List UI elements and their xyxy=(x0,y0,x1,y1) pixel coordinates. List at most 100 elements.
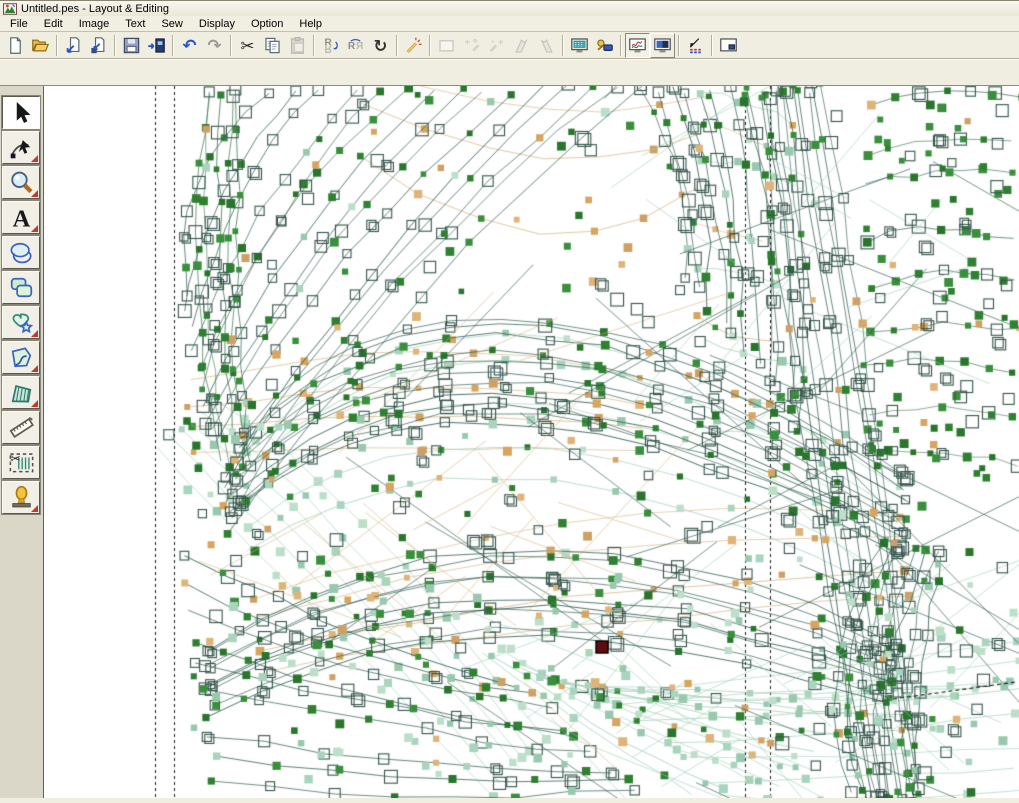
measure-icon xyxy=(8,414,35,441)
sewing-order-icon xyxy=(686,36,705,55)
rotate-button[interactable]: ↻ xyxy=(368,33,393,58)
rotate-icon: ↻ xyxy=(371,36,390,55)
new-document-button[interactable] xyxy=(3,33,28,58)
flip-vertical-icon: RR xyxy=(321,36,340,55)
flag-forward-button[interactable] xyxy=(509,33,534,58)
design-property-button[interactable] xyxy=(592,33,617,58)
svg-text:R: R xyxy=(348,41,356,52)
svg-text:R: R xyxy=(355,41,363,52)
toolbar-separator xyxy=(620,35,622,56)
main-content: A✂ xyxy=(0,86,1019,798)
menu-display[interactable]: Display xyxy=(191,17,243,31)
svg-text:↶: ↶ xyxy=(183,36,197,55)
stitch-simulator-button[interactable] xyxy=(567,33,592,58)
reference-window-button[interactable] xyxy=(716,33,741,58)
flyout-indicator xyxy=(31,365,38,372)
tool-stamp-button[interactable] xyxy=(2,481,40,514)
outline-rectangle-button[interactable] xyxy=(434,33,459,58)
redo-button[interactable]: ↷ xyxy=(202,33,227,58)
toolbar-separator xyxy=(678,35,680,56)
flag-forward-icon xyxy=(512,36,531,55)
svg-text:↻: ↻ xyxy=(374,36,388,55)
menu-image[interactable]: Image xyxy=(71,17,118,31)
tool-shapes-button[interactable] xyxy=(2,306,40,339)
realistic-view-button[interactable] xyxy=(650,33,675,58)
flyout-indicator xyxy=(31,330,38,337)
cut-button[interactable]: ✂ xyxy=(235,33,260,58)
tool-zoom-button[interactable] xyxy=(2,166,40,199)
paste-button[interactable] xyxy=(285,33,310,58)
save-icon xyxy=(122,36,141,55)
cut-icon: ✂ xyxy=(238,36,257,55)
open-file-icon xyxy=(31,36,50,55)
tool-palette: A✂ xyxy=(0,86,44,798)
realistic-view-icon xyxy=(653,36,672,55)
tool-rectangle-button[interactable] xyxy=(2,271,40,304)
flyout-indicator xyxy=(31,155,38,162)
design-area xyxy=(44,86,1019,798)
menu-help[interactable]: Help xyxy=(291,17,330,31)
tool-text-button[interactable]: A xyxy=(2,201,40,234)
stitch-select-icon: ✂ xyxy=(8,449,35,476)
menu-file[interactable]: File xyxy=(2,17,36,31)
import-from-file-button[interactable] xyxy=(61,33,86,58)
import-from-card-icon xyxy=(89,36,108,55)
design-canvas[interactable] xyxy=(44,86,1019,798)
menu-text[interactable]: Text xyxy=(117,17,153,31)
stitch-simulator-icon xyxy=(570,36,589,55)
import-from-file-icon xyxy=(64,36,83,55)
toolbar-row-empty xyxy=(0,59,1019,86)
toolbar-separator xyxy=(396,35,398,56)
tool-measure-button[interactable] xyxy=(2,411,40,444)
menu-edit[interactable]: Edit xyxy=(36,17,71,31)
sparkle-erase-button[interactable] xyxy=(484,33,509,58)
undo-icon: ↶ xyxy=(180,36,199,55)
app-icon xyxy=(3,2,17,16)
magic-wand-icon xyxy=(404,36,423,55)
menu-option[interactable]: Option xyxy=(243,17,291,31)
sewing-order-button[interactable] xyxy=(683,33,708,58)
copy-icon xyxy=(263,36,282,55)
tool-select-button[interactable] xyxy=(2,96,40,129)
flag-back-button[interactable] xyxy=(534,33,559,58)
svg-text:✂: ✂ xyxy=(10,451,21,466)
tool-manual-punch-button[interactable] xyxy=(2,376,40,409)
toolbar-separator xyxy=(172,35,174,56)
toolbar-separator xyxy=(230,35,232,56)
circle-arc-icon xyxy=(8,239,35,266)
design-property-icon xyxy=(595,36,614,55)
save-button[interactable] xyxy=(119,33,144,58)
toolbar-separator xyxy=(114,35,116,56)
toolbar-separator xyxy=(562,35,564,56)
svg-text:A: A xyxy=(12,205,30,231)
import-from-card-button[interactable] xyxy=(86,33,111,58)
flyout-indicator xyxy=(31,190,38,197)
flip-horizontal-button[interactable]: RR xyxy=(343,33,368,58)
tool-stitch-select-button[interactable]: ✂ xyxy=(2,446,40,479)
new-document-icon xyxy=(6,36,25,55)
toolbar-separator xyxy=(429,35,431,56)
write-to-card-button[interactable] xyxy=(144,33,169,58)
rectangle-icon xyxy=(8,274,35,301)
menu-sew[interactable]: Sew xyxy=(153,17,190,31)
tool-outline-shape-button[interactable] xyxy=(2,341,40,374)
open-file-button[interactable] xyxy=(28,33,53,58)
svg-text:↷: ↷ xyxy=(208,36,222,55)
undo-button[interactable]: ↶ xyxy=(177,33,202,58)
sparkle-edit-button[interactable] xyxy=(459,33,484,58)
copy-button[interactable] xyxy=(260,33,285,58)
tool-circle-arc-button[interactable] xyxy=(2,236,40,269)
toolbar-separator xyxy=(711,35,713,56)
toolbar-separator xyxy=(313,35,315,56)
paste-icon xyxy=(288,36,307,55)
flag-back-icon xyxy=(537,36,556,55)
flyout-indicator xyxy=(31,400,38,407)
tool-point-edit-button[interactable] xyxy=(2,131,40,164)
flyout-indicator xyxy=(31,505,38,512)
write-to-card-icon xyxy=(147,36,166,55)
stitch-view-button[interactable] xyxy=(625,33,650,58)
svg-text:R: R xyxy=(324,42,332,53)
application-window: Untitled.pes - Layout & Editing FileEdit… xyxy=(0,0,1019,803)
magic-wand-button[interactable] xyxy=(401,33,426,58)
flip-vertical-button[interactable]: RR xyxy=(318,33,343,58)
